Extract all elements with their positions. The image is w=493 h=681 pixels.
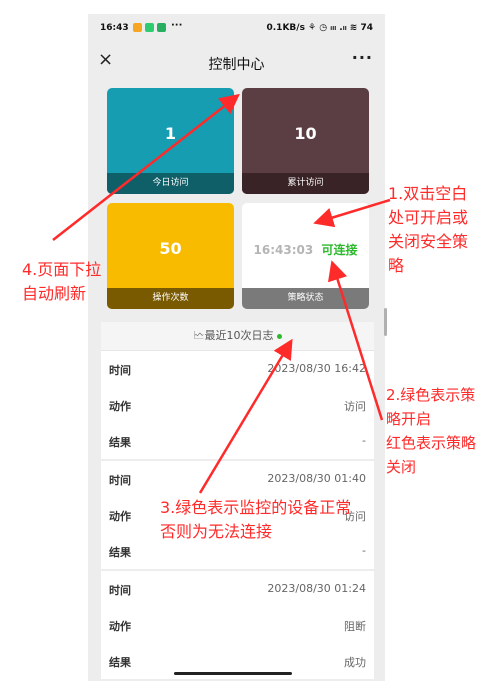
tile-label: 策略状态 <box>242 288 369 309</box>
annotation-text: 否则为无法连接 <box>160 522 273 541</box>
log-key: 时间 <box>109 584 131 597</box>
log-entry: 时间 2023/08/30 01:24 动作 阻断 结果 成功 <box>101 571 374 681</box>
log-value: - <box>362 434 366 447</box>
annotation-3: 3.绿色表示监控的设备正常 否则为无法连接 <box>160 496 351 544</box>
log-value: - <box>362 544 366 557</box>
log-row: 时间 2023/08/30 01:24 <box>101 571 374 607</box>
log-value: 2023/08/30 16:42 <box>267 362 366 375</box>
scrollbar[interactable] <box>384 308 387 336</box>
log-row: 时间 2023/08/30 01:40 <box>101 461 374 497</box>
policy-time: 16:43:03 <box>253 243 314 257</box>
log-key: 时间 <box>109 364 131 377</box>
annotation-text: 3.绿色表示监控的设备正常 <box>160 498 352 517</box>
log-key: 结果 <box>109 436 131 449</box>
status-time: 16:43 <box>100 23 129 33</box>
annotation-text: 自动刷新 <box>22 284 87 303</box>
log-value: 访问 <box>344 400 366 413</box>
log-row: 时间 2023/08/30 16:42 <box>101 351 374 387</box>
log-key: 时间 <box>109 474 131 487</box>
tile-label: 累计访问 <box>242 173 369 194</box>
annotation-text: 处可开启或 <box>388 208 469 227</box>
annotation-text: 2.绿色表示策 <box>386 386 476 404</box>
status-bar: 16:43 ··· 0.1KB/s ⚘ ◷ ᵢₗₗ .ₗₗ ≋ 74 <box>88 14 385 42</box>
page-title: 控制中心 <box>208 57 265 73</box>
annotation-text: 关闭安全策 <box>388 232 469 251</box>
log-value: 成功 <box>344 656 366 669</box>
log-value: 2023/08/30 01:40 <box>267 472 366 485</box>
annotation-2: 2.绿色表示策 略开启 红色表示策略 关闭 <box>386 383 476 479</box>
policy-status-line: 16:43:03 可连接 <box>242 241 369 258</box>
tile-label: 今日访问 <box>107 173 234 194</box>
log-value: 阻断 <box>344 620 366 633</box>
tile-policy-status[interactable]: 16:43:03 可连接 策略状态 <box>242 203 369 309</box>
status-dot-icon <box>276 333 282 339</box>
log-header: 🗠最近10次日志 <box>101 322 374 351</box>
log-key: 结果 <box>109 656 131 669</box>
notification-icon <box>157 23 166 32</box>
log-key: 动作 <box>109 510 131 523</box>
log-value: 2023/08/30 01:24 <box>267 582 366 595</box>
tile-value: 1 <box>164 124 177 143</box>
log-key: 结果 <box>109 546 131 559</box>
log-row: 动作 访问 <box>101 387 374 423</box>
nav-bar: × 控制中心 ··· <box>88 42 385 82</box>
annotation-text: 红色表示策略 <box>386 434 477 452</box>
log-key: 动作 <box>109 400 131 413</box>
annotation-text: 1.双击空白 <box>388 184 468 203</box>
log-row: 动作 阻断 <box>101 607 374 643</box>
tile-total-visits[interactable]: 10 累计访问 <box>242 88 369 194</box>
more-notifications-icon: ··· <box>171 20 183 31</box>
tile-today-visits[interactable]: 1 今日访问 <box>107 88 234 194</box>
more-icon[interactable]: ··· <box>352 48 373 67</box>
log-key: 动作 <box>109 620 131 633</box>
annotation-text: 关闭 <box>386 458 417 476</box>
notification-icon <box>145 23 154 32</box>
annotation-1: 1.双击空白 处可开启或 关闭安全策 略 <box>388 182 468 278</box>
annotation-text: 略 <box>388 256 405 275</box>
log-entry: 时间 2023/08/30 16:42 动作 访问 结果 - <box>101 351 374 461</box>
notification-icon <box>133 23 142 32</box>
connection-status: 可连接 <box>321 243 358 257</box>
log-row: 结果 - <box>101 423 374 459</box>
annotation-text: 略开启 <box>386 410 432 428</box>
status-indicators: 0.1KB/s ⚘ ◷ ᵢₗₗ .ₗₗ ≋ 74 <box>266 23 374 33</box>
home-indicator[interactable] <box>174 672 292 675</box>
tile-value: 10 <box>294 124 317 143</box>
tile-value: 50 <box>159 239 182 258</box>
tile-operation-count[interactable]: 50 操作次数 <box>107 203 234 309</box>
annotation-4: 4.页面下拉 自动刷新 <box>22 258 101 306</box>
annotation-text: 4.页面下拉 <box>22 260 102 279</box>
tile-label: 操作次数 <box>107 288 234 309</box>
log-header-text: 🗠最近10次日志 <box>193 329 274 342</box>
phone-screen: 16:43 ··· 0.1KB/s ⚘ ◷ ᵢₗₗ .ₗₗ ≋ 74 × 控制中… <box>88 14 385 681</box>
